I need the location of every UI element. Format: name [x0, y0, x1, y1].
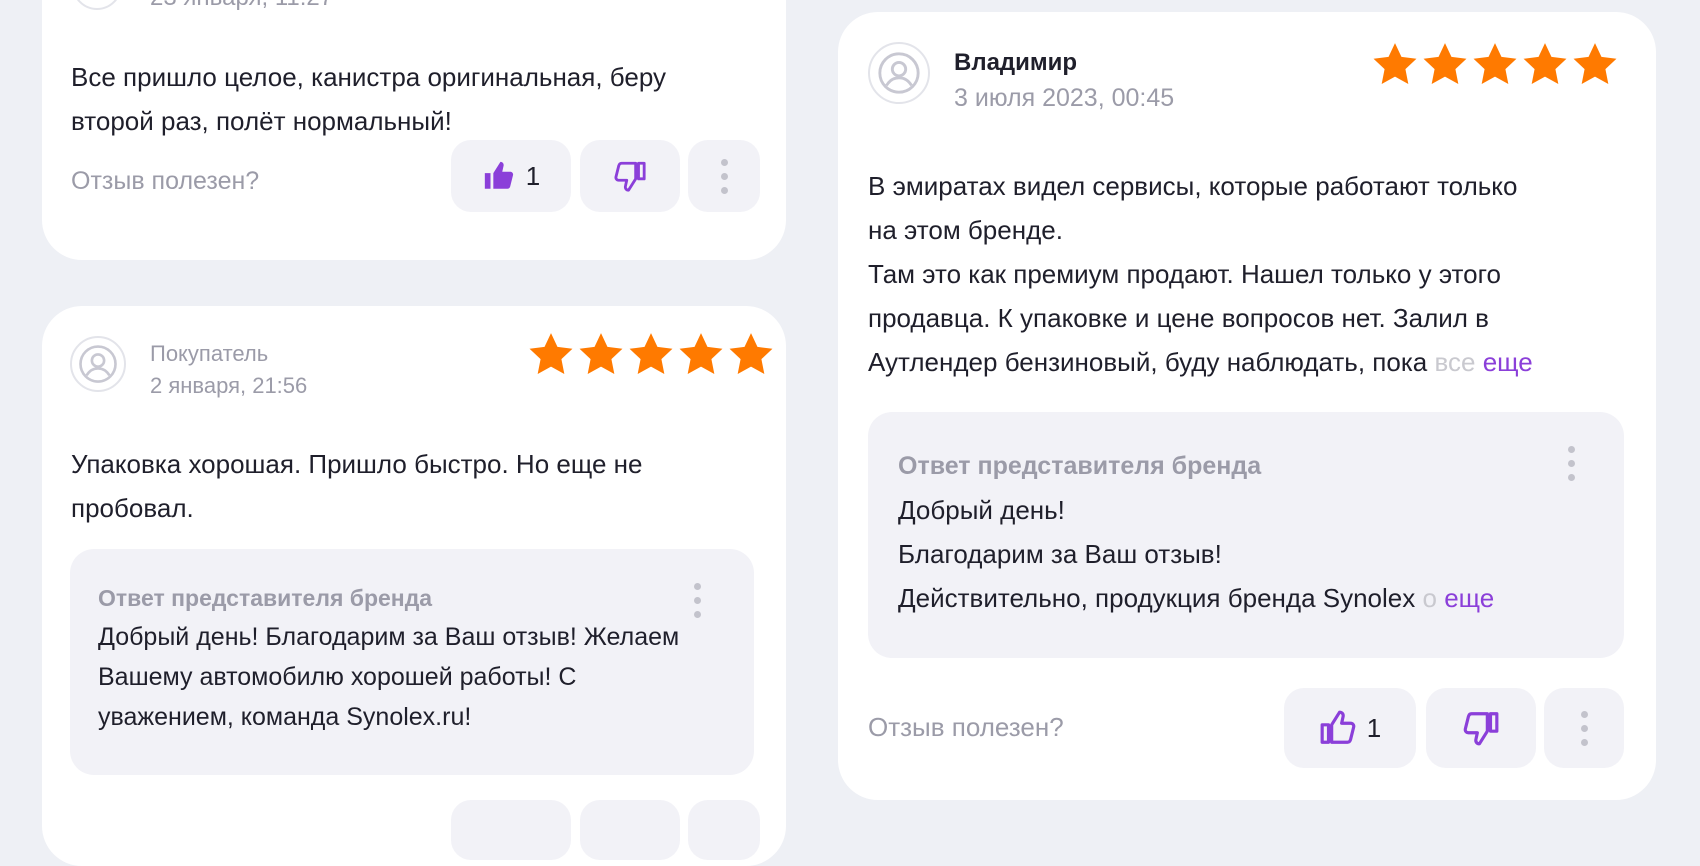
star-icon	[1523, 43, 1567, 84]
like-count: 1	[1366, 712, 1382, 743]
more-vertical-icon[interactable]	[692, 583, 702, 618]
more-options-button[interactable]	[688, 800, 760, 860]
dislike-button[interactable]	[580, 800, 680, 860]
helpful-label: Отзыв полезен?	[868, 712, 1064, 742]
star-icon	[529, 333, 573, 374]
user-avatar-icon	[868, 42, 930, 104]
brand-reply: Ответ представителя бренда Добрый день! …	[70, 549, 754, 775]
helpful-label: Отзыв полезен?	[71, 167, 260, 195]
review-date: 2 января, 21:56	[150, 373, 308, 398]
review-text: Все пришло целое, канистра оригинальная,…	[71, 62, 667, 136]
review-card-right: Владимир 3 июля 2023, 00:45 В эмиратах в…	[838, 12, 1656, 800]
review-author: Владимир	[954, 49, 1078, 76]
star-icon	[1423, 43, 1467, 84]
star-icon	[1373, 43, 1417, 84]
reply-title: Ответ представителя бренда	[898, 452, 1262, 480]
reply-title: Ответ представителя бренда	[98, 585, 433, 611]
dislike-button[interactable]	[580, 140, 680, 212]
more-options-button[interactable]	[688, 140, 760, 212]
thumbs-up-icon	[484, 161, 513, 189]
review-text: Упаковка хорошая. Пришло быстро. Но еще …	[71, 449, 643, 523]
thumbs-down-icon	[614, 161, 646, 192]
star-icon	[1573, 43, 1617, 84]
like-button[interactable]	[451, 800, 571, 860]
user-avatar-icon	[70, 336, 126, 392]
star-icon	[1473, 43, 1517, 84]
reply-text: Добрый день! Благодарим за Ваш отзыв! Де…	[898, 495, 1495, 613]
thumbs-down-icon	[1463, 712, 1499, 746]
review-card-left: Покупатель 2 января, 21:56 Упаковка хоро…	[42, 306, 786, 866]
reply-text: Добрый день! Благодарим за Ваш отзыв! Же…	[98, 623, 680, 731]
star-icon	[679, 333, 723, 374]
review-date: 23 января, 11:27	[150, 0, 333, 12]
rating-stars	[526, 330, 776, 380]
dislike-button[interactable]	[1426, 688, 1536, 768]
star-icon	[579, 333, 623, 374]
review-date: 3 июля 2023, 00:45	[954, 84, 1175, 112]
avatar	[72, 0, 122, 10]
review-card-top-left: 23 января, 11:27 Все пришло целое, канис…	[42, 0, 786, 260]
brand-reply: Ответ представителя бренда Добрый день! …	[868, 412, 1624, 658]
thumbs-up-icon	[1320, 710, 1356, 744]
star-icon	[729, 333, 773, 374]
review-author: Покупатель	[150, 341, 269, 366]
more-options-button[interactable]	[1544, 688, 1624, 768]
like-button[interactable]: 1	[1284, 688, 1416, 768]
star-icon	[629, 333, 673, 374]
like-button[interactable]: 1	[451, 140, 571, 212]
read-more-link[interactable]: еще	[1483, 347, 1533, 377]
review-text: В эмиратах видел сервисы, которые работа…	[868, 171, 1533, 377]
rating-stars	[1370, 40, 1620, 90]
more-vertical-icon	[1579, 710, 1589, 746]
more-vertical-icon	[719, 158, 729, 194]
read-more-link[interactable]: еще	[1444, 583, 1494, 613]
more-vertical-icon[interactable]	[1566, 446, 1576, 481]
like-count: 1	[525, 160, 541, 191]
